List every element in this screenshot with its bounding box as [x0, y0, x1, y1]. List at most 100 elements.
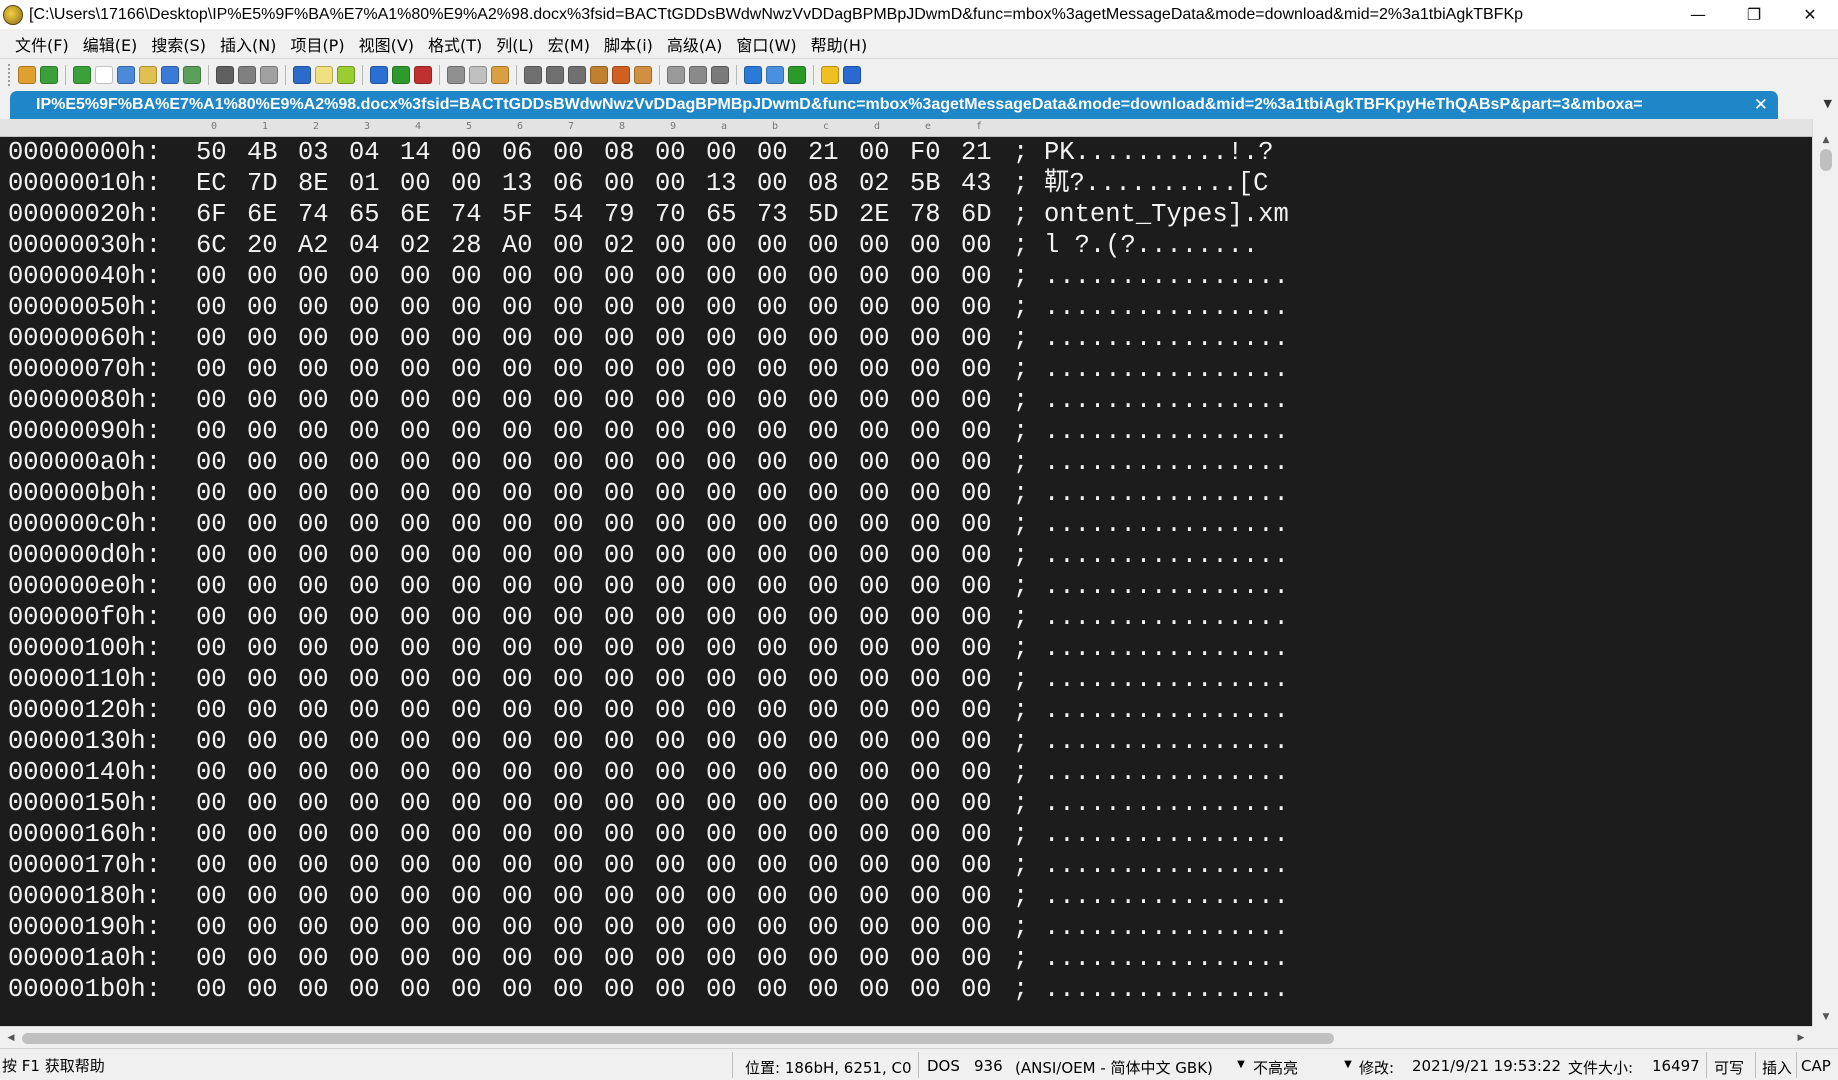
hex-byte[interactable]: 00 — [859, 509, 890, 540]
hex-byte[interactable]: 00 — [859, 447, 890, 478]
ascii-text[interactable]: ................ — [1044, 292, 1289, 323]
hex-byte[interactable]: 00 — [961, 385, 992, 416]
hex-byte[interactable]: 00 — [298, 912, 329, 943]
hex-byte[interactable]: 00 — [298, 385, 329, 416]
hex-byte[interactable]: 00 — [451, 540, 482, 571]
hex-byte[interactable]: 00 — [655, 478, 686, 509]
hex-row[interactable]: 00000130h: 00 00 00 00 00 00 00 00 00 00 00 00 00 00 00… — [8, 726, 1798, 757]
hex-byte[interactable]: 00 — [247, 788, 278, 819]
hex-byte[interactable]: 00 — [451, 912, 482, 943]
hex-byte[interactable]: 00 — [961, 354, 992, 385]
status-highlight[interactable]: 不高亮 — [1253, 1057, 1298, 1078]
hex-byte[interactable]: 00 — [961, 633, 992, 664]
ascii-text[interactable]: ................ — [1044, 850, 1289, 881]
hex-byte[interactable]: 00 — [247, 478, 278, 509]
hex-row[interactable]: 00000180h: 00 00 00 00 00 00 00 00 00 00 00 00 00 00 00… — [8, 881, 1798, 912]
hex-row[interactable]: 00000120h: 00 00 00 00 00 00 00 00 00 00 00 00 00 00 00… — [8, 695, 1798, 726]
hex-byte[interactable]: 00 — [298, 478, 329, 509]
hex-byte[interactable]: 00 — [961, 416, 992, 447]
hex-byte[interactable]: 00 — [553, 695, 584, 726]
hex-byte[interactable]: 00 — [706, 478, 737, 509]
hex-byte[interactable]: 00 — [502, 478, 533, 509]
hex-byte[interactable]: A0 — [502, 230, 533, 261]
hex-byte[interactable]: 04 — [349, 230, 380, 261]
hex-byte[interactable]: 00 — [604, 602, 635, 633]
tab-active-file[interactable]: IP%E5%9F%BA%E7%A1%80%E9%A2%98.docx%3fsid… — [10, 91, 1778, 119]
hex-row[interactable]: 000000e0h: 00 00 00 00 00 00 00 00 00 00 00 00 00 00 00… — [8, 571, 1798, 602]
hex-byte[interactable]: 74 — [298, 199, 329, 230]
hex-byte[interactable]: 00 — [808, 416, 839, 447]
hex-byte[interactable]: 00 — [655, 757, 686, 788]
hex-byte[interactable]: 00 — [910, 447, 941, 478]
hex-byte[interactable]: 00 — [706, 416, 737, 447]
hex-byte[interactable]: 00 — [349, 912, 380, 943]
hex-byte[interactable]: 00 — [961, 509, 992, 540]
ascii-text[interactable]: ................ — [1044, 478, 1289, 509]
hex-byte[interactable]: 00 — [349, 602, 380, 633]
hex-byte[interactable]: 00 — [859, 602, 890, 633]
hex-byte[interactable]: 00 — [451, 664, 482, 695]
hex-byte[interactable]: 00 — [604, 478, 635, 509]
hex-byte[interactable]: 00 — [961, 912, 992, 943]
word-wrap-icon[interactable] — [337, 65, 355, 84]
hex-byte[interactable]: 00 — [910, 602, 941, 633]
hex-byte[interactable]: 00 — [247, 726, 278, 757]
horizontal-scroll-thumb[interactable] — [22, 1033, 1334, 1044]
ascii-text[interactable]: 靰?..........[C — [1044, 168, 1268, 199]
hex-byte[interactable]: 00 — [604, 540, 635, 571]
hex-byte[interactable]: 00 — [706, 633, 737, 664]
window-tile-icon[interactable] — [667, 65, 685, 84]
hex-byte[interactable]: 00 — [349, 850, 380, 881]
hex-byte[interactable]: 00 — [706, 726, 737, 757]
hex-byte[interactable]: 00 — [910, 571, 941, 602]
hex-byte[interactable]: 00 — [502, 540, 533, 571]
hex-byte[interactable]: 00 — [247, 912, 278, 943]
hex-byte[interactable]: 00 — [349, 416, 380, 447]
toolbar-grip[interactable] — [8, 63, 12, 86]
hex-byte[interactable]: 00 — [655, 416, 686, 447]
hex-byte[interactable]: 00 — [706, 664, 737, 695]
menu-format[interactable]: 格式(T) — [421, 32, 489, 56]
hex-byte[interactable]: 00 — [400, 571, 431, 602]
hex-byte[interactable]: 00 — [859, 571, 890, 602]
ascii-text[interactable]: ................ — [1044, 726, 1289, 757]
hex-byte[interactable]: 00 — [400, 695, 431, 726]
hex-byte[interactable]: 00 — [706, 881, 737, 912]
hex-byte[interactable]: 00 — [400, 633, 431, 664]
hex-byte[interactable]: 00 — [961, 850, 992, 881]
ascii-text[interactable]: ................ — [1044, 943, 1289, 974]
hex-byte[interactable]: 00 — [961, 726, 992, 757]
hex-row[interactable]: 00000140h: 00 00 00 00 00 00 00 00 00 00 00 00 00 00 00… — [8, 757, 1798, 788]
ftp-icon[interactable] — [370, 65, 388, 84]
hex-byte[interactable]: 00 — [655, 664, 686, 695]
hex-byte[interactable]: 00 — [247, 323, 278, 354]
hex-byte[interactable]: 00 — [655, 602, 686, 633]
hex-byte[interactable]: 00 — [808, 478, 839, 509]
hex-byte[interactable]: 00 — [553, 912, 584, 943]
hex-byte[interactable]: 00 — [961, 695, 992, 726]
ascii-text[interactable]: ................ — [1044, 540, 1289, 571]
hex-byte[interactable]: 08 — [604, 137, 635, 168]
page-setup-icon[interactable] — [260, 65, 278, 84]
hex-byte[interactable]: 50 — [196, 137, 227, 168]
hex-byte[interactable]: 00 — [655, 447, 686, 478]
hex-byte[interactable]: 00 — [655, 788, 686, 819]
hex-byte[interactable]: 06 — [502, 137, 533, 168]
hex-byte[interactable]: 00 — [247, 757, 278, 788]
hex-byte[interactable]: 00 — [298, 819, 329, 850]
hex-byte[interactable]: 00 — [196, 261, 227, 292]
hex-byte[interactable]: 00 — [757, 788, 788, 819]
hex-byte[interactable]: 00 — [247, 695, 278, 726]
ascii-text[interactable]: ................ — [1044, 633, 1289, 664]
hex-row[interactable]: 000000c0h: 00 00 00 00 00 00 00 00 00 00 00 00 00 00 00… — [8, 509, 1798, 540]
hex-byte[interactable]: 00 — [910, 633, 941, 664]
hex-byte[interactable]: 00 — [808, 788, 839, 819]
hex-byte[interactable]: 00 — [859, 943, 890, 974]
hex-byte[interactable]: 00 — [247, 633, 278, 664]
hex-byte[interactable]: 00 — [808, 695, 839, 726]
hex-byte[interactable]: 00 — [808, 540, 839, 571]
hex-byte[interactable]: 00 — [757, 137, 788, 168]
hex-byte[interactable]: 00 — [502, 292, 533, 323]
hex-row[interactable]: 000000d0h: 00 00 00 00 00 00 00 00 00 00 00 00 00 00 00… — [8, 540, 1798, 571]
hex-byte[interactable]: F0 — [910, 137, 941, 168]
